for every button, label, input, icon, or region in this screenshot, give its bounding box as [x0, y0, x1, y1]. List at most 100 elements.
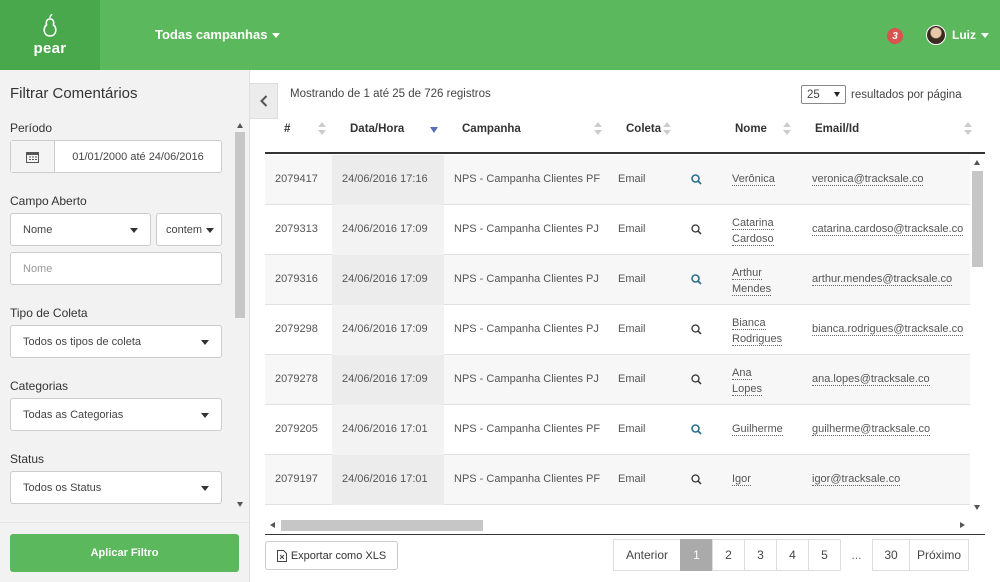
row-name-link[interactable]: Igor: [732, 473, 751, 486]
sort-icon[interactable]: [594, 122, 602, 136]
search-icon[interactable]: [691, 424, 702, 438]
row-email-link[interactable]: igor@tracksale.co: [812, 473, 901, 486]
top-bar: pear Todas campanhas 3 Luiz: [0, 0, 1000, 70]
apply-filter-button[interactable]: Aplicar Filtro: [10, 534, 239, 572]
app-logo[interactable]: pear: [0, 0, 100, 70]
row-email-link[interactable]: guilherme@tracksale.co: [812, 423, 931, 436]
row-name[interactable]: Guilherme: [732, 423, 783, 436]
row-name-link[interactable]: Lopes: [732, 383, 762, 396]
row-name[interactable]: Arthur Mendes: [732, 265, 772, 297]
pagination-page-5[interactable]: 5: [808, 539, 841, 571]
row-name-link[interactable]: Rodrigues: [732, 333, 783, 346]
export-xls-button[interactable]: Exportar como XLS: [265, 541, 398, 570]
row-email-link[interactable]: bianca.rodrigues@tracksale.co: [812, 323, 964, 336]
sort-icon[interactable]: [318, 122, 326, 136]
row-name[interactable]: Bianca Rodrigues: [732, 315, 783, 347]
row-name-link[interactable]: Catarina: [732, 217, 774, 230]
search-icon[interactable]: [691, 474, 702, 488]
row-type: Email: [618, 373, 646, 385]
table-row[interactable]: 2079316 24/06/2016 17:09 NPS - Campanha …: [265, 255, 970, 305]
row-name-link[interactable]: Arthur: [732, 267, 762, 280]
row-email[interactable]: bianca.rodrigues@tracksale.co: [812, 323, 964, 336]
search-icon[interactable]: [691, 374, 702, 388]
scroll-down-icon[interactable]: [237, 502, 243, 507]
table-row[interactable]: 2079205 24/06/2016 17:01 NPS - Campanha …: [265, 405, 970, 455]
table-row[interactable]: 2079417 24/06/2016 17:16 NPS - Campanha …: [265, 155, 970, 205]
row-name[interactable]: Catarina Cardoso: [732, 215, 774, 247]
row-email-link[interactable]: arthur.mendes@tracksale.co: [812, 273, 953, 286]
scroll-up-icon[interactable]: [974, 160, 980, 165]
row-email[interactable]: guilherme@tracksale.co: [812, 423, 931, 436]
search-icon[interactable]: [691, 274, 702, 288]
user-menu[interactable]: Luiz: [926, 25, 989, 45]
table-row[interactable]: 2079313 24/06/2016 17:09 NPS - Campanha …: [265, 205, 970, 255]
row-name-link[interactable]: Cardoso: [732, 233, 774, 246]
column-header-id[interactable]: #: [284, 123, 290, 135]
row-name-link[interactable]: Verônica: [732, 173, 775, 186]
column-header-name[interactable]: Nome: [735, 123, 767, 135]
categories-select[interactable]: Todas as Categorias: [10, 398, 222, 431]
scrollbar-thumb[interactable]: [281, 520, 483, 531]
search-icon[interactable]: [691, 174, 702, 188]
table-row[interactable]: 2079298 24/06/2016 17:09 NPS - Campanha …: [265, 305, 970, 355]
row-email-link[interactable]: catarina.cardoso@tracksale.co: [812, 223, 964, 236]
pagination-page-3[interactable]: 3: [744, 539, 777, 571]
row-name[interactable]: Ana Lopes: [732, 365, 762, 397]
open-field-text-input[interactable]: Nome: [10, 252, 222, 285]
status-value: Todos os Status: [23, 481, 102, 494]
sidebar-scrollbar[interactable]: [234, 120, 246, 510]
row-name-link[interactable]: Bianca: [732, 317, 766, 330]
row-email-link[interactable]: veronica@tracksale.co: [812, 173, 924, 186]
period-date-range-input[interactable]: 01/01/2000 até 24/06/2016: [10, 140, 222, 173]
sort-icon[interactable]: [964, 122, 972, 136]
table-vertical-scrollbar[interactable]: [970, 155, 985, 515]
open-field-select[interactable]: Nome: [10, 213, 151, 246]
column-header-date[interactable]: Data/Hora: [350, 123, 404, 135]
table-horizontal-scrollbar[interactable]: [265, 518, 970, 532]
notification-badge[interactable]: 3: [887, 28, 903, 44]
row-name-link[interactable]: Ana: [732, 367, 752, 380]
collection-type-value: Todos os tipos de coleta: [23, 335, 142, 348]
column-header-campaign[interactable]: Campanha: [462, 123, 521, 135]
row-email[interactable]: catarina.cardoso@tracksale.co: [812, 223, 964, 236]
table-header: # Data/Hora Campanha Coleta Nome Email/I…: [265, 112, 985, 154]
sort-icon[interactable]: [783, 122, 791, 136]
row-email[interactable]: ana.lopes@tracksale.co: [812, 373, 930, 386]
scroll-down-icon[interactable]: [974, 505, 980, 510]
collection-type-select[interactable]: Todos os tipos de coleta: [10, 325, 222, 358]
pagination-page-last[interactable]: 30: [872, 539, 910, 571]
search-icon[interactable]: [691, 324, 702, 338]
scrollbar-thumb[interactable]: [235, 132, 245, 318]
row-name-link[interactable]: Mendes: [732, 283, 772, 296]
table-row[interactable]: 2079278 24/06/2016 17:09 NPS - Campanha …: [265, 355, 970, 405]
search-icon[interactable]: [691, 224, 702, 238]
row-email-link[interactable]: ana.lopes@tracksale.co: [812, 373, 930, 386]
chevron-down-icon: [130, 228, 138, 233]
scroll-left-icon[interactable]: [270, 522, 275, 528]
row-name[interactable]: Igor: [732, 473, 751, 486]
operator-select[interactable]: contem: [156, 213, 222, 246]
pagination-page-1[interactable]: 1: [680, 539, 713, 571]
row-name-link[interactable]: Guilherme: [732, 423, 783, 436]
campaign-dropdown[interactable]: Todas campanhas: [155, 27, 281, 42]
scroll-right-icon[interactable]: [960, 522, 965, 528]
row-date: 24/06/2016 17:01: [342, 423, 428, 435]
pagination-previous[interactable]: Anterior: [613, 539, 681, 571]
row-email[interactable]: igor@tracksale.co: [812, 473, 901, 486]
row-email[interactable]: arthur.mendes@tracksale.co: [812, 273, 953, 286]
row-campaign: NPS - Campanha Clientes PF: [454, 423, 601, 435]
scrollbar-thumb[interactable]: [972, 171, 983, 267]
table-row[interactable]: 2079197 24/06/2016 17:01 NPS - Campanha …: [265, 455, 970, 505]
row-email[interactable]: veronica@tracksale.co: [812, 173, 924, 186]
sort-desc-icon[interactable]: [430, 127, 438, 133]
per-page-select[interactable]: 25: [801, 85, 846, 104]
scroll-up-icon[interactable]: [237, 123, 243, 128]
pagination-page-2[interactable]: 2: [712, 539, 745, 571]
sort-icon[interactable]: [663, 122, 671, 136]
column-header-email[interactable]: Email/Id: [815, 123, 859, 135]
row-name[interactable]: Verônica: [732, 173, 775, 186]
pagination-next[interactable]: Próximo: [909, 539, 969, 571]
pagination-page-4[interactable]: 4: [776, 539, 809, 571]
status-select[interactable]: Todos os Status: [10, 471, 222, 504]
column-header-type[interactable]: Coleta: [626, 123, 661, 135]
